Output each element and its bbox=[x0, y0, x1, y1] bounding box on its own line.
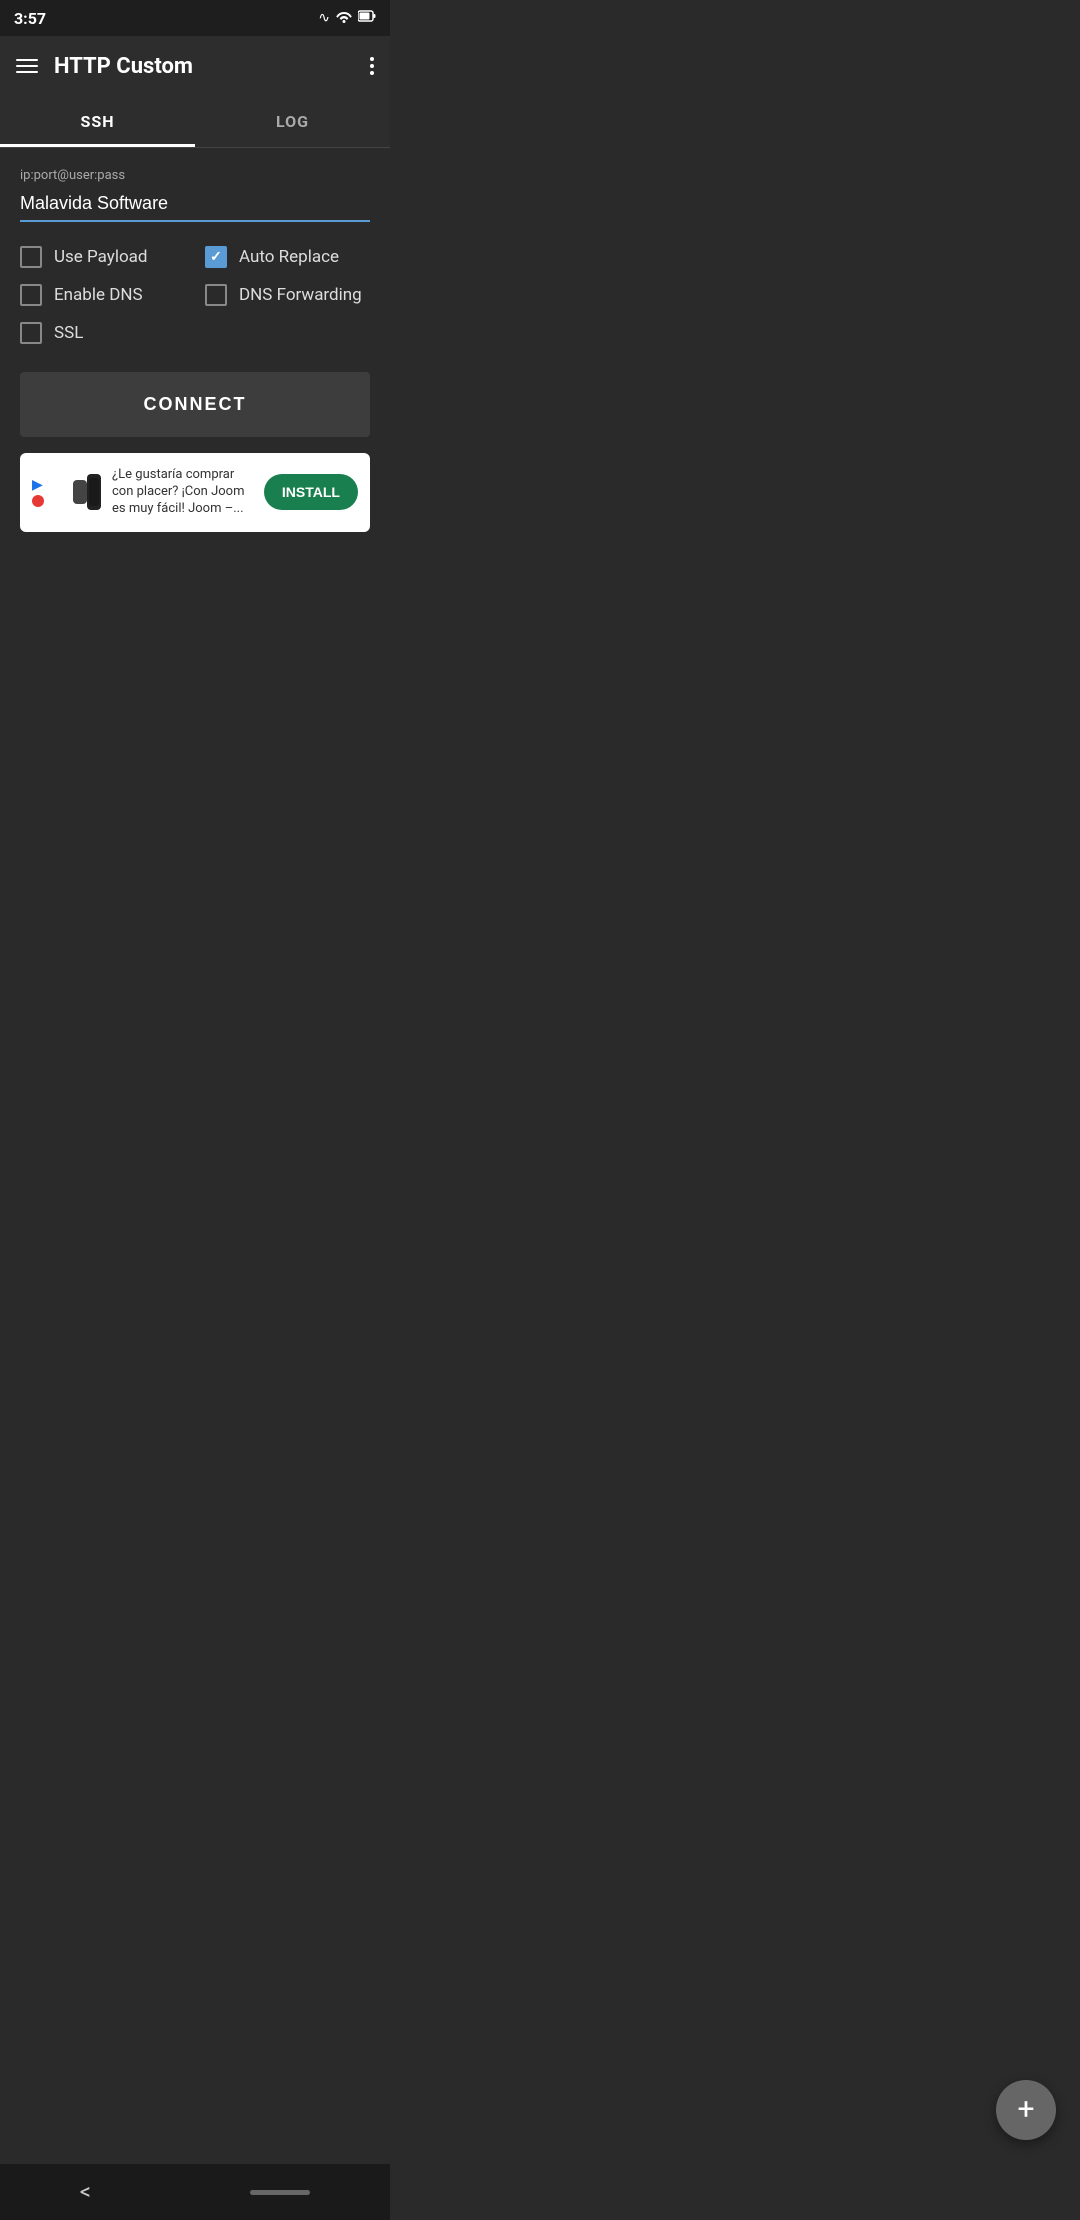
ssh-content: ip:port@user:pass Use Payload Auto Repla… bbox=[0, 148, 390, 532]
use-payload-checkbox[interactable]: Use Payload bbox=[20, 246, 185, 268]
fab-plus-icon: + bbox=[1017, 2095, 1034, 2125]
tab-log[interactable]: LOG bbox=[195, 96, 390, 147]
auto-replace-checkbox-box bbox=[205, 246, 227, 268]
overflow-menu-button[interactable] bbox=[370, 57, 374, 75]
use-payload-label: Use Payload bbox=[54, 247, 148, 267]
ad-dot-icon bbox=[32, 495, 44, 507]
battery-icon bbox=[358, 10, 376, 26]
status-icons: ∿ bbox=[318, 9, 376, 27]
checkbox-group: Use Payload Auto Replace Enable DNS DNS … bbox=[20, 246, 370, 344]
ssl-label: SSL bbox=[54, 323, 83, 343]
ssl-checkbox[interactable]: SSL bbox=[20, 322, 185, 344]
use-payload-checkbox-box bbox=[20, 246, 42, 268]
ad-text-content: ¿Le gustaría comprar con placer? ¡Con Jo… bbox=[112, 467, 254, 518]
nav-home-pill[interactable] bbox=[250, 2190, 310, 2195]
app-bar: HTTP Custom bbox=[0, 36, 390, 96]
ad-arrow-icon: ▶ bbox=[32, 477, 43, 493]
nav-back-button[interactable]: < bbox=[80, 2180, 91, 2205]
ssl-checkbox-box bbox=[20, 322, 42, 344]
dns-forwarding-checkbox-box bbox=[205, 284, 227, 306]
ad-install-button[interactable]: INSTALL bbox=[264, 474, 358, 510]
dns-forwarding-label: DNS Forwarding bbox=[239, 285, 362, 305]
ssh-field-group: ip:port@user:pass bbox=[20, 168, 370, 246]
ad-banner: ▶ ¿Le gustaría comprar con placer? ¡Con … bbox=[20, 453, 370, 532]
status-bar: 3:57 ∿ bbox=[0, 0, 390, 36]
connect-button[interactable]: CONNECT bbox=[20, 372, 370, 437]
app-title: HTTP Custom bbox=[54, 54, 354, 79]
ad-text: ¿Le gustaría comprar con placer? ¡Con Jo… bbox=[112, 467, 254, 518]
enable-dns-checkbox[interactable]: Enable DNS bbox=[20, 284, 185, 306]
nav-bar: < bbox=[0, 2164, 390, 2220]
auto-replace-checkbox[interactable]: Auto Replace bbox=[205, 246, 370, 268]
auto-replace-label: Auto Replace bbox=[239, 247, 339, 267]
ad-logo bbox=[72, 474, 102, 510]
dns-forwarding-checkbox[interactable]: DNS Forwarding bbox=[205, 284, 370, 306]
enable-dns-label: Enable DNS bbox=[54, 285, 143, 305]
tab-ssh[interactable]: SSH bbox=[0, 96, 195, 147]
ssh-field-label: ip:port@user:pass bbox=[20, 168, 370, 183]
tab-bar: SSH LOG bbox=[0, 96, 390, 148]
enable-dns-checkbox-box bbox=[20, 284, 42, 306]
status-time: 3:57 bbox=[14, 9, 46, 28]
ssh-input[interactable] bbox=[20, 187, 370, 222]
vibrate-icon: ∿ bbox=[318, 10, 330, 26]
wifi-icon bbox=[336, 9, 352, 27]
ad-icon-area: ▶ bbox=[32, 477, 62, 507]
hamburger-menu-button[interactable] bbox=[16, 59, 38, 73]
fab-add-button[interactable]: + bbox=[996, 2080, 1056, 2140]
